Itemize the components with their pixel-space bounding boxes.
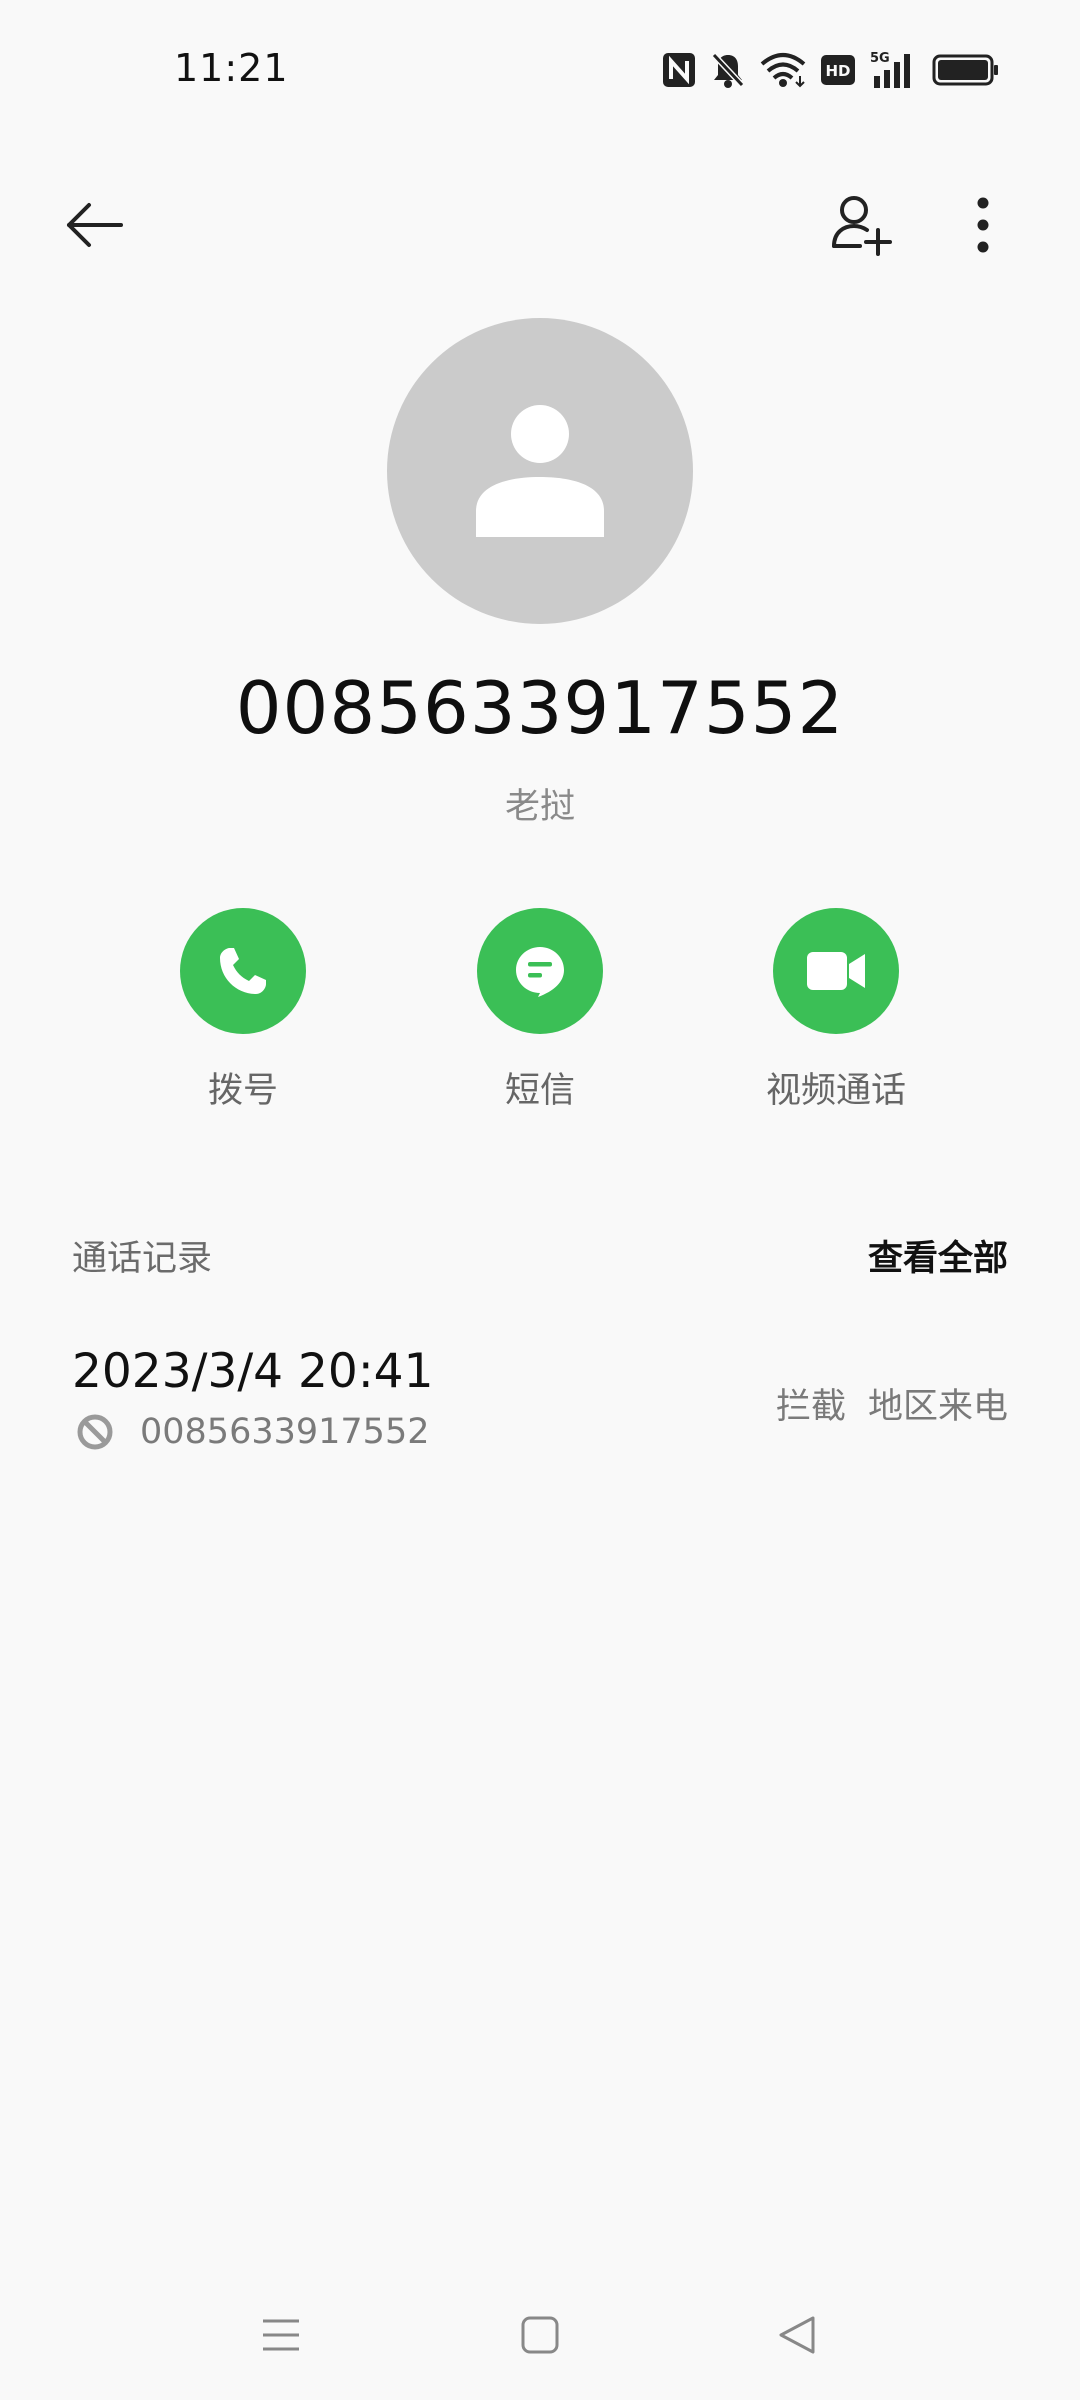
recent-apps-button[interactable] [236, 2300, 326, 2370]
call-tags: 拦截 地区来电 [776, 1378, 1008, 1429]
add-contact-button[interactable] [816, 180, 906, 270]
svg-text:HD: HD [825, 62, 850, 80]
phone-icon [220, 948, 266, 994]
call-number: 0085633917552 [140, 1412, 430, 1452]
home-button[interactable] [495, 2300, 585, 2370]
arrow-left-icon [67, 203, 123, 247]
call-datetime: 2023/3/4 20:41 [72, 1344, 434, 1399]
message-icon [516, 947, 564, 997]
avatar [387, 318, 693, 624]
call-number-line: 0085633917552 [72, 1412, 430, 1452]
status-icons: HD 5G [662, 48, 1000, 92]
contact-number: 0085633917552 [235, 666, 845, 750]
bell-off-icon [711, 52, 745, 88]
hd-icon: HD [821, 55, 855, 85]
status-time: 11:21 [174, 46, 289, 90]
video-call-label: 视频通话 [765, 1071, 906, 1111]
view-all-link[interactable]: 查看全部 [868, 1230, 1008, 1281]
person-add-icon [832, 196, 892, 256]
battery-icon [932, 54, 998, 86]
navigation-bar [0, 2290, 1080, 2380]
contact-region: 老挝 [504, 787, 575, 827]
menu-icon [263, 2319, 299, 2351]
call-log-header: 通话记录 查看全部 [72, 1230, 1008, 1290]
message-label: 短信 [504, 1071, 575, 1111]
call-type: 地区来电 [867, 1387, 1008, 1427]
person-icon [476, 405, 604, 537]
call-status: 拦截 [775, 1387, 846, 1427]
home-square-icon [521, 2316, 559, 2354]
message-button[interactable] [477, 908, 603, 1034]
block-icon [77, 1414, 113, 1450]
status-bar: 11:21 HD 5G [0, 0, 1080, 140]
back-button[interactable] [52, 182, 138, 268]
wifi-icon [760, 53, 806, 88]
call-button[interactable] [180, 908, 306, 1034]
svg-text:5G: 5G [870, 51, 890, 66]
app-bar [0, 160, 1080, 270]
call-log-title: 通话记录 [72, 1239, 213, 1279]
call-action[interactable]: 拨号 [133, 908, 353, 1113]
call-log-entry[interactable]: 2023/3/4 20:41 0085633917552 拦截 地区来电 [72, 1336, 1008, 1456]
video-icon [807, 952, 865, 990]
back-triangle-icon [779, 2316, 815, 2354]
video-call-button[interactable] [773, 908, 899, 1034]
call-label: 拨号 [207, 1071, 278, 1111]
action-row: 拨号 短信 视频通话 [0, 908, 1080, 1118]
message-action[interactable]: 短信 [430, 908, 650, 1113]
more-vertical-icon [977, 197, 989, 253]
more-options-button[interactable] [940, 180, 1026, 270]
nav-back-button[interactable] [752, 2300, 842, 2370]
signal-5g-icon: 5G [870, 51, 910, 88]
video-call-action[interactable]: 视频通话 [726, 908, 946, 1113]
nfc-icon [663, 53, 695, 87]
